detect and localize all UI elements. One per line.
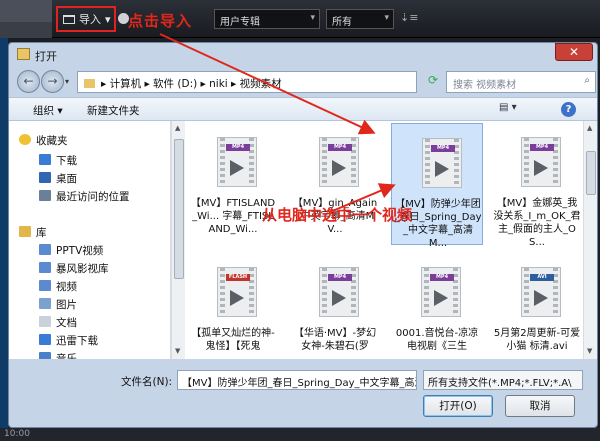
file-item-selected[interactable]: MP4 【MV】防弹少年团_春日_Spring_Day_中文字幕_高清M... (391, 123, 483, 249)
import-label: 导入 (79, 13, 101, 26)
close-button[interactable]: ✕ (555, 43, 593, 61)
arrow-right-icon: → (47, 74, 58, 88)
music-icon (39, 352, 51, 359)
dialog-title-bar: 打开 ✕ (9, 43, 597, 67)
video-file-icon: MP4 (421, 267, 461, 317)
history-dropdown-icon[interactable]: ▾ (65, 77, 69, 86)
video-file-icon: MP4 (217, 137, 257, 187)
file-name: 【孤单又灿烂的神-鬼怪】【死鬼 (191, 328, 275, 352)
file-name: 【MV】金娜英_我没关系_I_m_OK_君主_假面的主人_OS... (493, 198, 581, 248)
refresh-button[interactable]: ⟳ (423, 73, 443, 91)
file-item[interactable]: AVI 5月第2周更新-可爱小猫 标清.avi (491, 253, 583, 359)
star-icon (19, 134, 31, 145)
album-select[interactable]: 用户专辑 ▾ (214, 9, 320, 29)
search-input[interactable]: 搜索 视频素材 ⌕ (446, 71, 596, 93)
nav-scrollbar[interactable]: ▲ ▼ (171, 121, 185, 359)
filetype-select[interactable]: 所有支持文件(*.MP4;*.FLV;*.A\ (423, 370, 583, 390)
desktop-icon (39, 172, 51, 183)
app-corner (0, 0, 52, 38)
open-button[interactable]: 打开(O) (423, 395, 493, 417)
library-icon (19, 226, 31, 237)
annotation-click-import: 点击导入 (128, 12, 193, 30)
file-item[interactable]: FLASH 【孤单又灿烂的神-鬼怪】【死鬼 (187, 253, 279, 359)
download-icon (39, 334, 51, 345)
recent-places-icon (39, 190, 51, 201)
refresh-icon: ⟳ (427, 73, 439, 87)
file-name: 5月第2周更新-可爱小猫 标清.avi (493, 328, 581, 352)
video-file-icon: MP4 (319, 137, 359, 187)
nav-item-pictures[interactable]: 图片 (39, 297, 77, 313)
nav-item-recent[interactable]: 最近访问的位置 (39, 189, 130, 205)
file-item[interactable]: MP4 0001.音悦台-凉凉 电视剧《三生 (391, 253, 483, 359)
nav-item-desktop[interactable]: 桌面 (39, 171, 77, 187)
back-button[interactable]: ← (17, 70, 40, 93)
file-item[interactable]: MP4 【MV】gin_Again_中英字幕_高清MV... (289, 123, 381, 245)
app-icon (17, 48, 30, 60)
filename-input[interactable]: 【MV】防弹少年团_春日_Spring_Day_中文字幕_高清 (177, 370, 417, 390)
file-name: 【华语·MV】-梦幻女神-朱碧石(罗 (293, 328, 377, 352)
dialog-toolbar: 组织 ▾ 新建文件夹 ▤ ▾ ? (9, 97, 597, 121)
new-folder-button[interactable]: 新建文件夹 (87, 103, 140, 118)
chevron-down-icon[interactable]: ▼ (587, 347, 592, 355)
view-options-icon[interactable]: ▤ ▾ (499, 102, 529, 117)
nav-item-music[interactable]: 音乐 (39, 351, 77, 359)
annotation-choose-video: 从电脑中选中一个视频 (262, 206, 413, 224)
nav-item-documents[interactable]: 文档 (39, 315, 77, 331)
chevron-down-icon: ▾ (310, 13, 315, 23)
navigation-pane: 收藏夹 下载 桌面 最近访问的位置 库 PPTV视频 暴风影视库 视频 图片 文… (9, 121, 171, 359)
video-file-icon: MP4 (521, 137, 561, 187)
video-library-icon (39, 280, 51, 291)
nav-libraries[interactable]: 库 (19, 225, 47, 241)
app-top-bar: 导入 ▾ 点击导入 用户专辑 ▾ 所有 ▾ ⇣≡ (0, 0, 600, 38)
nav-favorites[interactable]: 收藏夹 (19, 133, 68, 149)
download-icon (39, 154, 51, 165)
chevron-down-icon[interactable]: ▼ (175, 347, 180, 355)
file-list: MP4 【MV】FTISLAND_Wi... 字幕_FTISLAND_Wi...… (185, 121, 583, 359)
nav-item-videos[interactable]: 视频 (39, 279, 77, 295)
arrow-left-icon: ← (23, 74, 34, 88)
folder-icon (63, 14, 75, 24)
scroll-thumb[interactable] (174, 139, 184, 279)
file-item[interactable]: MP4 【MV】金娜英_我没关系_I_m_OK_君主_假面的主人_OS... (491, 123, 583, 248)
forward-button[interactable]: → (41, 70, 64, 93)
breadcrumb: ▸ 计算机 ▸ 软件 (D:) ▸ niki ▸ 视频素材 (101, 78, 282, 90)
video-library-icon (39, 244, 51, 255)
pictures-icon (39, 298, 51, 309)
navigation-row: ← → ▾ ▸ 计算机 ▸ 软件 (D:) ▸ niki ▸ 视频素材 ⟳ 搜索… (9, 67, 597, 97)
chevron-down-icon: ▾ (105, 12, 111, 26)
organize-button[interactable]: 组织 ▾ (33, 103, 63, 118)
chevron-down-icon: ▾ (384, 13, 389, 23)
folder-icon (84, 79, 95, 88)
scroll-thumb[interactable] (586, 151, 596, 195)
nav-item-baofeng[interactable]: 暴风影视库 (39, 261, 109, 277)
cancel-button[interactable]: 取消 (505, 395, 575, 417)
nav-item-xunlei[interactable]: 迅雷下载 (39, 333, 98, 349)
open-file-dialog: 打开 ✕ ← → ▾ ▸ 计算机 ▸ 软件 (D:) ▸ niki ▸ 视频素材… (8, 42, 598, 428)
nav-item-downloads[interactable]: 下载 (39, 153, 77, 169)
dialog-title: 打开 (35, 50, 57, 63)
file-item[interactable]: MP4 【MV】FTISLAND_Wi... 字幕_FTISLAND_Wi... (187, 123, 279, 245)
close-icon: ✕ (568, 45, 580, 59)
video-library-icon (39, 262, 51, 273)
flash-file-icon: FLASH (217, 267, 257, 317)
sort-icon[interactable]: ⇣≡ (400, 11, 418, 24)
file-list-scrollbar[interactable]: ▲ ▼ (583, 121, 597, 359)
filter-select[interactable]: 所有 ▾ (326, 9, 394, 29)
file-name: 0001.音悦台-凉凉 电视剧《三生 (395, 328, 479, 352)
avi-file-icon: AVI (521, 267, 561, 317)
documents-icon (39, 316, 51, 327)
chevron-up-icon[interactable]: ▲ (587, 124, 592, 132)
search-icon: ⌕ (584, 75, 590, 86)
nav-item-pptv[interactable]: PPTV视频 (39, 243, 103, 259)
app-left-strip (0, 38, 8, 441)
video-file-icon: MP4 (319, 267, 359, 317)
app-bottom-strip: 10:00 (0, 428, 600, 441)
file-item[interactable]: MP4 【华语·MV】-梦幻女神-朱碧石(罗 (289, 253, 381, 359)
filename-label: 文件名(N): (121, 376, 173, 388)
import-button[interactable]: 导入 ▾ (56, 6, 116, 32)
chevron-up-icon[interactable]: ▲ (175, 124, 180, 132)
help-icon[interactable]: ? (561, 102, 576, 117)
video-file-icon: MP4 (422, 138, 462, 188)
address-bar[interactable]: ▸ 计算机 ▸ 软件 (D:) ▸ niki ▸ 视频素材 (77, 71, 417, 93)
